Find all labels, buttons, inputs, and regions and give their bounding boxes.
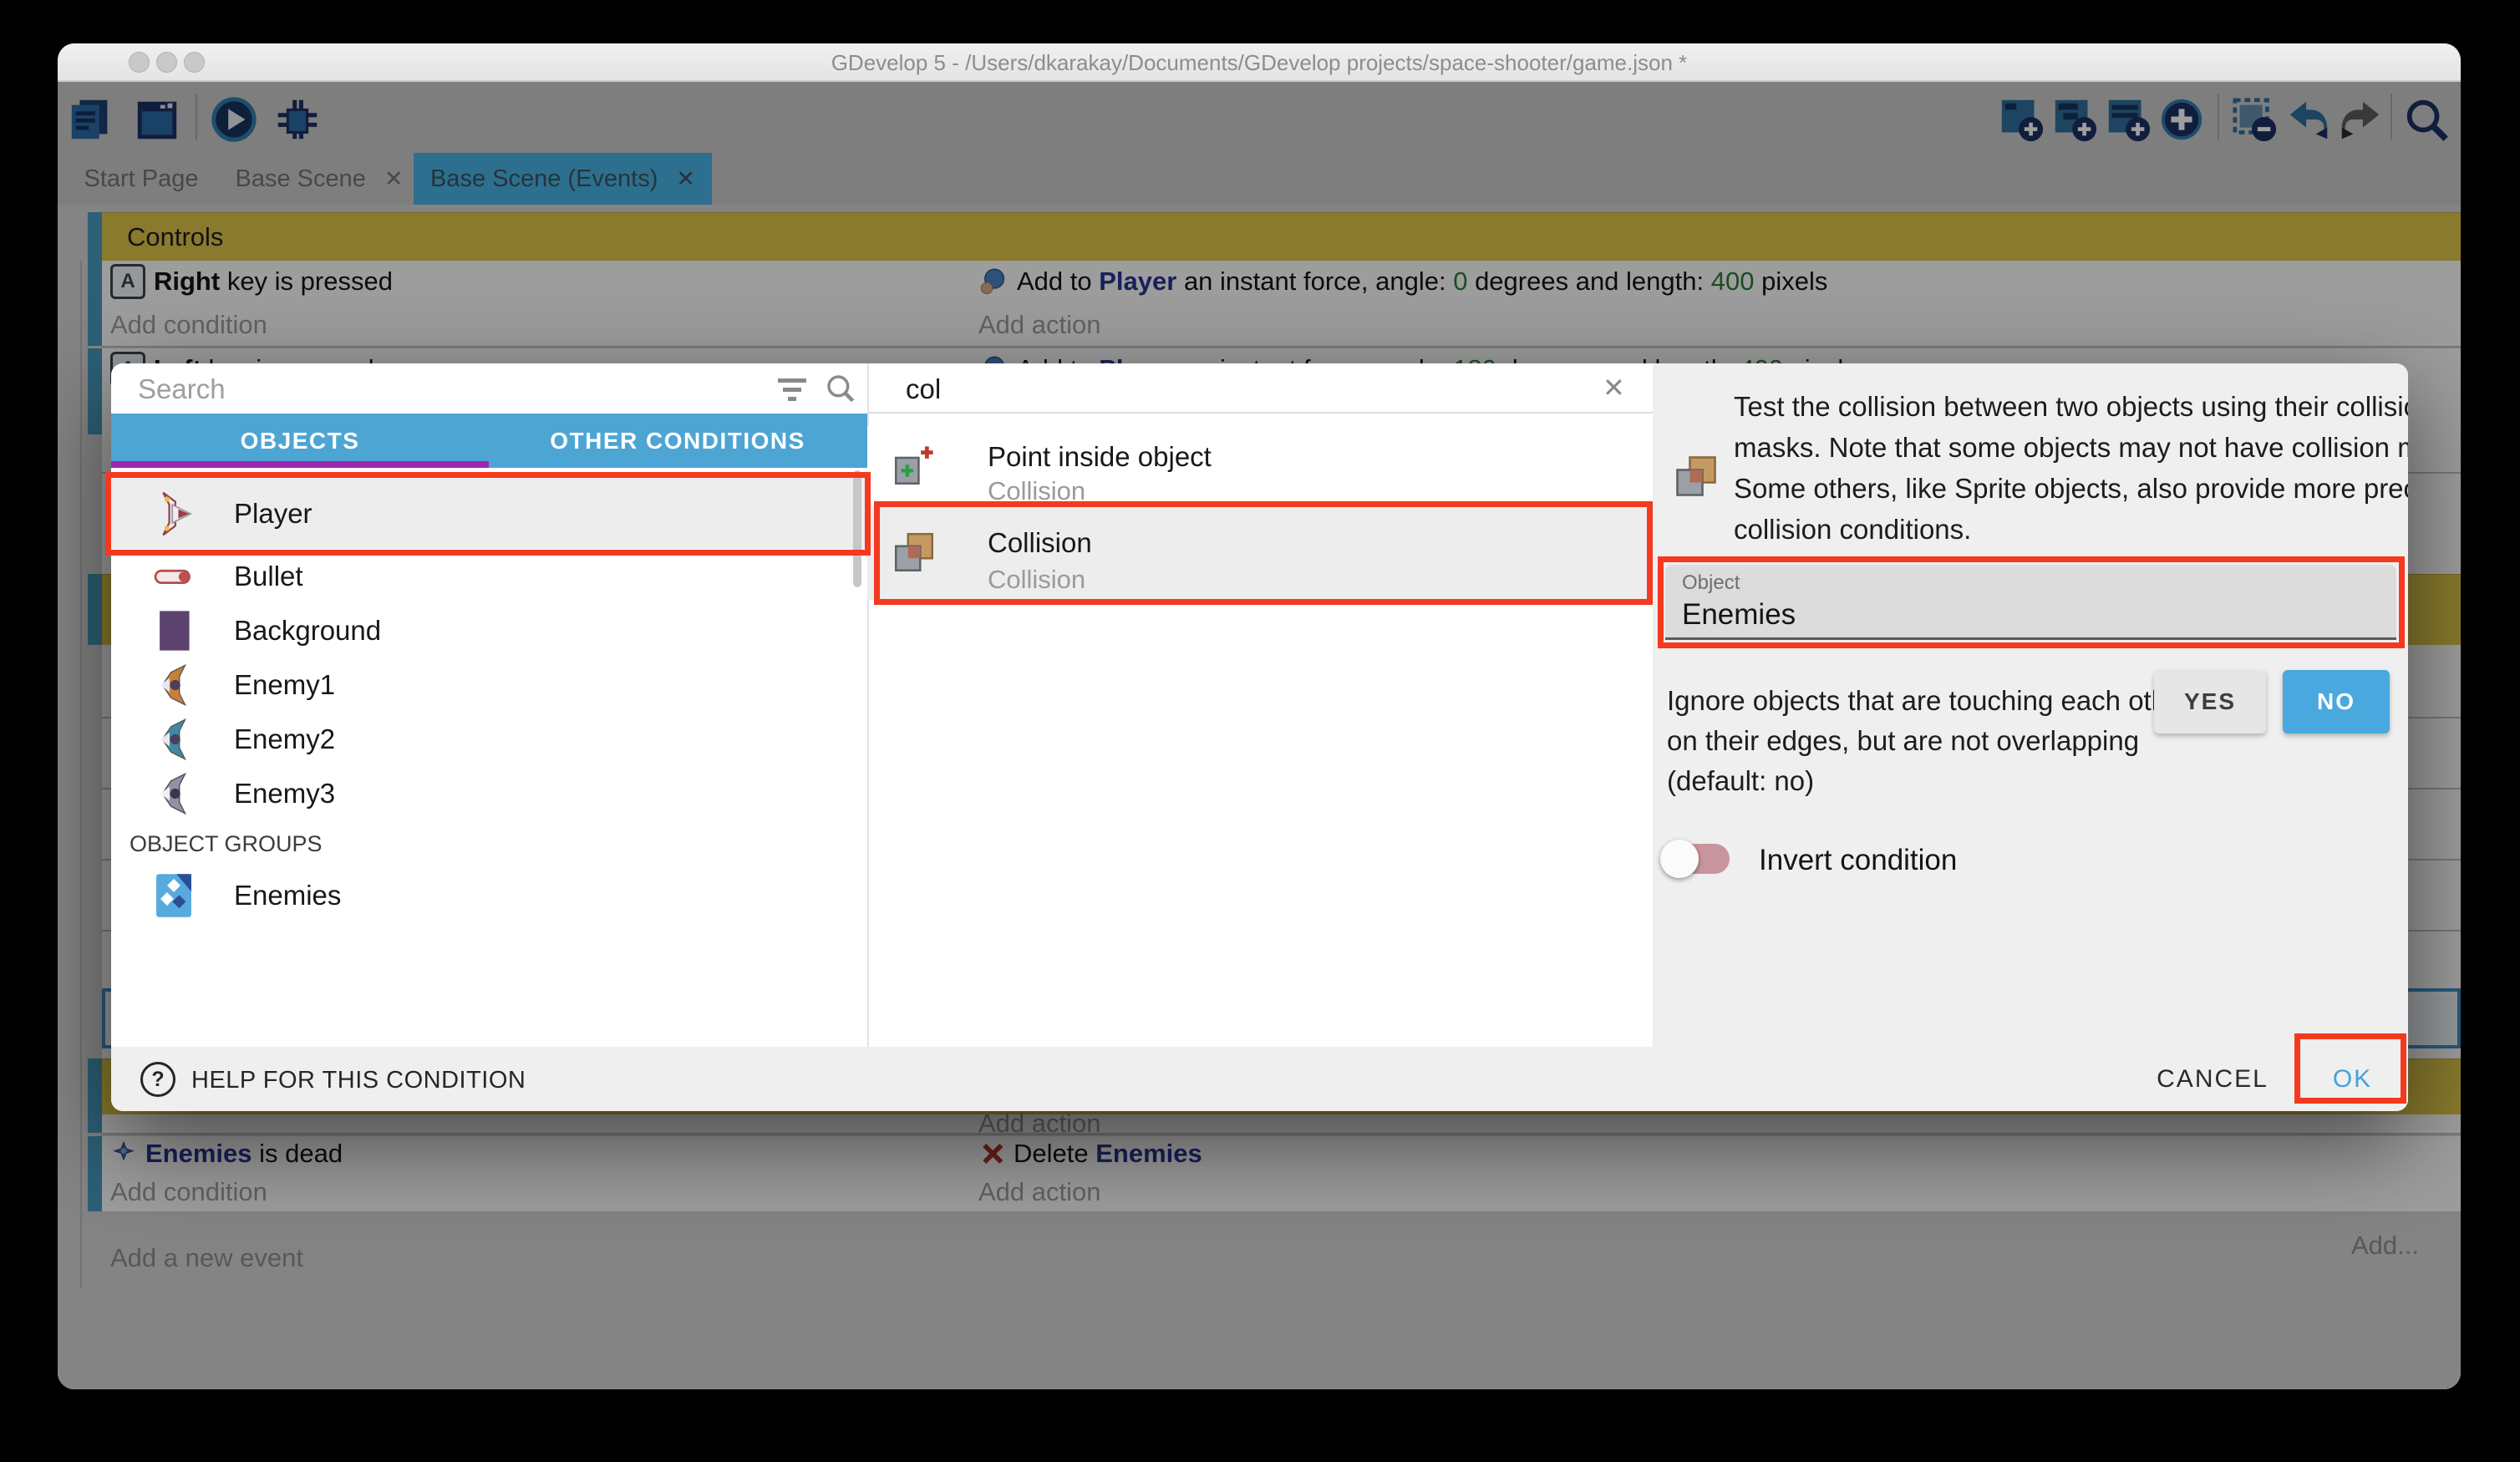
dialog-footer: ? HELP FOR THIS CONDITION CANCEL OK bbox=[111, 1047, 2408, 1111]
object-item-enemy3[interactable]: Enemy3 bbox=[111, 766, 867, 820]
annotation-box-collision bbox=[874, 501, 1653, 605]
help-icon[interactable]: ? bbox=[140, 1062, 175, 1097]
ignore-option-text: Ignore objects that are touching each ot… bbox=[1667, 685, 2191, 717]
bullet-icon bbox=[149, 551, 199, 602]
annotation-box-ok bbox=[2294, 1033, 2406, 1104]
titlebar: GDevelop 5 - /Users/dkarakay/Documents/G… bbox=[58, 43, 2461, 82]
object-item-background[interactable]: Background bbox=[111, 603, 867, 657]
object-item-enemy2[interactable]: Enemy2 bbox=[111, 712, 867, 766]
condition-item-point-inside[interactable]: Point inside object Collision bbox=[867, 426, 1653, 505]
active-tab-indicator bbox=[111, 461, 489, 468]
condition-description-line: collision conditions. bbox=[1734, 514, 2394, 546]
help-link[interactable]: HELP FOR THIS CONDITION bbox=[191, 1067, 526, 1094]
condition-description-line: Test the collision between two objects u… bbox=[1734, 391, 2394, 423]
objects-search-bar bbox=[111, 363, 867, 414]
invert-condition-label: Invert condition bbox=[1759, 844, 1957, 877]
background-icon bbox=[149, 606, 199, 656]
conditions-search-input[interactable] bbox=[904, 370, 1542, 409]
search-icon bbox=[824, 372, 857, 405]
enemy3-ship-icon bbox=[149, 769, 199, 819]
condition-description-line: masks. Note that some objects may not ha… bbox=[1734, 432, 2394, 464]
annotation-box-player bbox=[105, 472, 871, 556]
object-item-enemy1[interactable]: Enemy1 bbox=[111, 657, 867, 712]
enemies-group-icon bbox=[149, 871, 199, 921]
group-item-enemies[interactable]: Enemies bbox=[111, 866, 867, 925]
no-button[interactable]: NO bbox=[2283, 670, 2390, 734]
condition-description-line: Some others, like Sprite objects, also p… bbox=[1734, 473, 2394, 505]
screenshot-stage: { "window": { "title": "GDevelop 5 - /Us… bbox=[0, 0, 2520, 1462]
ignore-option-text: (default: no) bbox=[1667, 765, 1814, 797]
filter-icon[interactable] bbox=[777, 373, 807, 406]
condition-settings-panel: Test the collision between two objects u… bbox=[1653, 363, 2408, 1111]
collision-icon bbox=[1671, 451, 1721, 501]
tab-objects[interactable]: OBJECTS bbox=[111, 414, 489, 468]
enemy1-ship-icon bbox=[149, 660, 199, 710]
conditions-search-bar: ✕ bbox=[867, 363, 1653, 414]
clear-search-icon[interactable]: ✕ bbox=[1603, 372, 1625, 404]
cancel-button[interactable]: CANCEL bbox=[2141, 1058, 2284, 1100]
object-item-bullet[interactable]: Bullet bbox=[111, 549, 867, 603]
tab-other-conditions[interactable]: OTHER CONDITIONS bbox=[489, 414, 866, 468]
gdevelop-window: GDevelop 5 - /Users/dkarakay/Documents/G… bbox=[58, 43, 2461, 1389]
object-groups-header: OBJECT GROUPS bbox=[130, 831, 848, 857]
ignore-option-text: on their edges, but are not overlapping bbox=[1667, 725, 2139, 757]
enemy2-ship-icon bbox=[149, 714, 199, 764]
dialog-tabbar: OBJECTS OTHER CONDITIONS bbox=[111, 414, 867, 468]
point-inside-object-icon bbox=[890, 441, 938, 490]
window-title: GDevelop 5 - /Users/dkarakay/Documents/G… bbox=[58, 43, 2461, 80]
objects-search-input[interactable] bbox=[136, 370, 724, 409]
yes-button[interactable]: YES bbox=[2154, 670, 2266, 734]
annotation-box-object-field bbox=[1658, 556, 2405, 648]
invert-toggle-knob[interactable] bbox=[1660, 840, 1699, 878]
